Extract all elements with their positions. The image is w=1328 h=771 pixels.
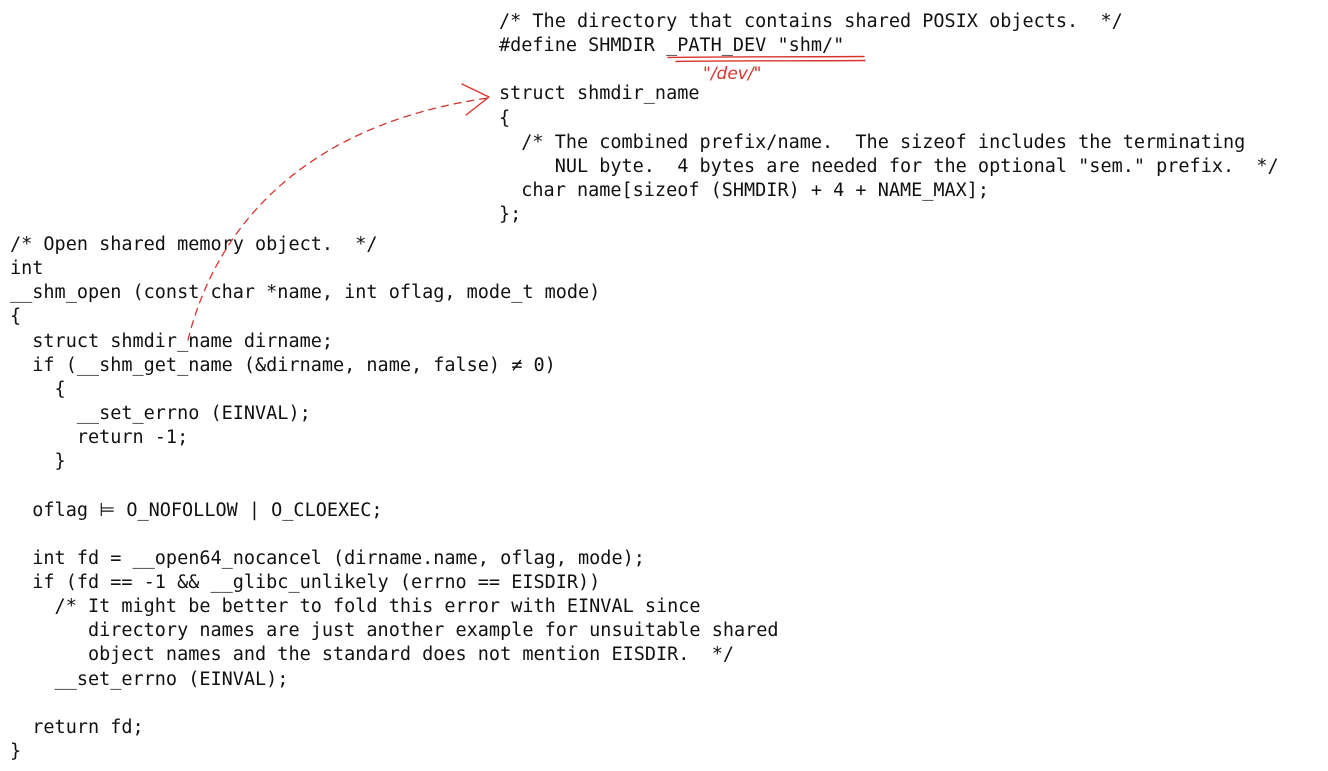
code-line: /* It might be better to fold this error… — [10, 596, 701, 618]
code-line: int fd = __open64_nocancel (dirname.name… — [10, 547, 645, 569]
code-line: } — [10, 451, 66, 473]
code-line: /* The directory that contains shared PO… — [499, 11, 1123, 32]
code-line: if (__shm_get_name (&dirname, name, fals… — [10, 354, 556, 376]
code-line: directory names are just another example… — [10, 620, 779, 642]
code-line: __set_errno (EINVAL); — [10, 668, 289, 690]
code-line: oflag ⊨ O_NOFOLLOW | O_CLOEXEC; — [10, 499, 383, 521]
code-line: { — [10, 378, 66, 400]
code-line: if (fd == -1 && __glibc_unlikely (errno … — [10, 571, 601, 593]
code-line: object names and the standard does not m… — [10, 644, 734, 666]
define-keyword: #define SHMDIR — [499, 35, 667, 57]
code-line: struct shmdir_name — [499, 83, 700, 105]
code-line: } — [10, 740, 22, 762]
code-line: { — [10, 306, 22, 328]
code-line: int — [10, 258, 44, 280]
code-line: char name[sizeof (SHMDIR) + 4 + NAME_MAX… — [499, 179, 990, 201]
code-line: return -1; — [10, 427, 189, 449]
code-line: struct shmdir_name dirname; — [10, 330, 334, 352]
code-line: NUL byte. 4 bytes are needed for the opt… — [499, 155, 1279, 177]
code-line: /* The combined prefix/name. The sizeof … — [499, 131, 1246, 153]
code-line: #define SHMDIR _PATH_DEV "shm/" — [499, 34, 1279, 58]
code-line: { — [499, 107, 511, 129]
define-value-highlighted: _PATH_DEV "shm/" — [666, 35, 845, 57]
code-line: __shm_open (const char *name, int oflag,… — [10, 282, 601, 304]
shmdir-definition-code: /* The directory that contains shared PO… — [499, 10, 1279, 227]
code-screenshot: { "annotation": { "color": "#d9352f", "n… — [0, 0, 1328, 771]
arrow-head-icon — [461, 83, 490, 116]
code-line: return fd; — [10, 716, 144, 738]
shm-open-function-code: /* Open shared memory object. */ int __shm… — [10, 233, 779, 764]
code-line: __set_errno (EINVAL); — [10, 402, 311, 424]
code-line: /* Open shared memory object. */ — [10, 234, 378, 255]
code-line: }; — [499, 204, 522, 226]
